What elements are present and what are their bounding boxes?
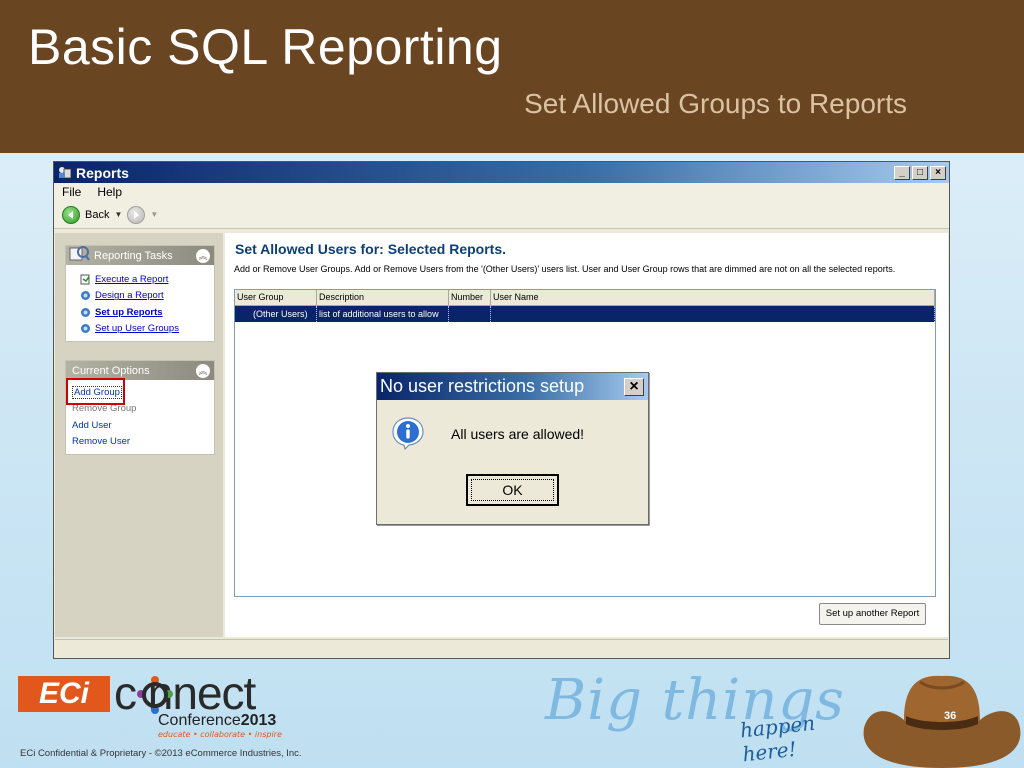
menu-help[interactable]: Help <box>97 185 122 199</box>
current-options-title: Current Options <box>72 364 150 377</box>
menu-file[interactable]: File <box>62 185 81 199</box>
ok-button[interactable]: OK <box>466 474 559 506</box>
reports-app-icon <box>59 167 72 179</box>
grid-header: User Group Description Number User Name <box>235 290 935 306</box>
current-options-list: Add Group Remove Group Add User Remove U… <box>66 378 214 454</box>
eci-logo: ECi <box>18 676 110 712</box>
task-setup-user-groups-link[interactable]: Set up User Groups <box>95 323 179 334</box>
slide-title: Basic SQL Reporting <box>28 19 503 75</box>
task-setup-user-groups[interactable]: Set up User Groups <box>80 321 214 338</box>
conference-word: Conference <box>158 712 241 729</box>
pane-title: Set Allowed Users for: Selected Reports. <box>235 241 506 257</box>
cell-user-group[interactable]: (Other Users) <box>235 306 317 322</box>
slide-header: Basic SQL Reporting Set Allowed Groups t… <box>0 0 1024 153</box>
setup-reports-icon <box>81 307 90 317</box>
collapse-chevron-icon[interactable]: ︽ <box>196 248 210 263</box>
reporting-tasks-box: Reporting Tasks ︽ Execute a Report Desig… <box>65 245 215 342</box>
back-dropdown-icon[interactable]: ▼ <box>114 210 122 219</box>
setup-groups-icon <box>81 324 90 334</box>
setup-another-report-button[interactable]: Set up another Report <box>819 603 926 625</box>
task-setup-reports[interactable]: Set up Reports <box>80 304 214 321</box>
forward-dropdown-icon[interactable]: ▼ <box>150 210 158 219</box>
dialog-title: No user restrictions setup <box>380 376 585 396</box>
task-execute-report-link[interactable]: Execute a Report <box>95 274 168 285</box>
column-number[interactable]: Number <box>449 290 491 305</box>
eci-connect-logo: ECi c nnect Conference2013 educate • col… <box>18 664 288 740</box>
task-design-report[interactable]: Design a Report <box>80 288 214 305</box>
window-controls: _ □ × <box>894 165 946 180</box>
slide-number: 36 <box>944 710 957 722</box>
conference-year: 2013 <box>240 712 277 729</box>
back-button-label[interactable]: Back <box>85 209 109 221</box>
connect-people-icon <box>137 676 173 714</box>
highlight-box <box>66 378 125 405</box>
big-things-logo: Big things happen here! <box>545 668 865 766</box>
status-bar <box>55 639 948 657</box>
cell-user-name[interactable] <box>491 306 935 322</box>
column-user-group[interactable]: User Group <box>235 290 317 305</box>
option-add-user[interactable]: Add User <box>72 417 214 434</box>
option-add-group[interactable]: Add Group <box>66 378 214 405</box>
cowboy-hat-icon <box>863 675 1021 768</box>
ok-button-label: OK <box>471 479 554 501</box>
no-restrictions-dialog: No user restrictions setup × All users a… <box>376 372 649 525</box>
reporting-tasks-title: Reporting Tasks <box>94 249 173 262</box>
back-arrow-icon[interactable] <box>62 205 80 224</box>
slide-subtitle: Set Allowed Groups to Reports <box>524 88 907 119</box>
menu-bar: File Help <box>54 183 949 201</box>
table-row[interactable]: (Other Users) list of additional users t… <box>235 306 935 322</box>
forward-arrow-icon[interactable] <box>127 205 146 224</box>
task-execute-report[interactable]: Execute a Report <box>80 271 214 288</box>
reporting-tasks-header[interactable]: Reporting Tasks ︽ <box>66 245 214 265</box>
dialog-message: All users are allowed! <box>451 426 585 442</box>
reporting-tasks-icon <box>69 245 90 261</box>
conference-label: Conference2013 <box>158 712 276 730</box>
dialog-titlebar[interactable]: No user restrictions setup × <box>377 373 648 400</box>
info-icon <box>392 417 424 450</box>
design-report-icon <box>81 291 90 301</box>
task-panel: Reporting Tasks ︽ Execute a Report Desig… <box>55 233 223 637</box>
pane-description: Add or Remove User Groups. Add or Remove… <box>234 264 896 274</box>
task-setup-reports-link[interactable]: Set up Reports <box>95 307 163 318</box>
conference-tagline: educate • collaborate • inspire <box>158 730 282 739</box>
maximize-button[interactable]: □ <box>912 165 928 180</box>
dialog-close-button[interactable]: × <box>624 377 644 396</box>
column-user-name[interactable]: User Name <box>491 290 935 305</box>
column-description[interactable]: Description <box>317 290 449 305</box>
window-title: Reports <box>76 164 129 181</box>
toolbar: Back ▼ ▼ <box>54 201 949 229</box>
collapse-chevron-icon[interactable]: ︽ <box>196 363 210 378</box>
execute-report-icon <box>80 274 90 285</box>
reporting-tasks-list: Execute a Report Design a Report Set up … <box>66 265 214 341</box>
cell-description[interactable]: list of additional users to allow <box>317 306 449 322</box>
minimize-button[interactable]: _ <box>894 165 910 180</box>
window-titlebar[interactable]: Reports _ □ × <box>54 162 949 183</box>
close-button[interactable]: × <box>930 165 946 180</box>
option-remove-user[interactable]: Remove User <box>72 434 214 451</box>
cell-number[interactable] <box>449 306 491 322</box>
task-design-report-link[interactable]: Design a Report <box>95 290 164 301</box>
current-options-box: Current Options ︽ Add Group Remove Group… <box>65 360 215 455</box>
footer-copyright: ECi Confidential & Proprietary - ©2013 e… <box>20 748 302 759</box>
